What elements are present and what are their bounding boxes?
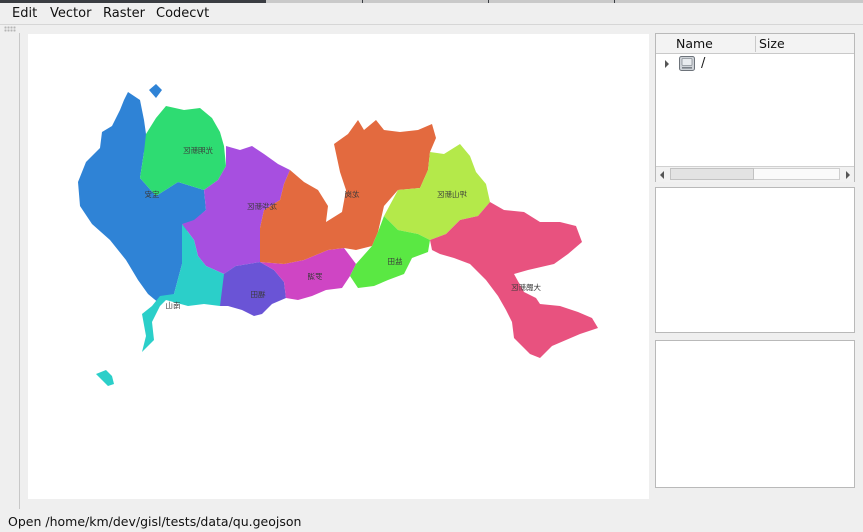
label-longhua: 龙华新区 xyxy=(247,201,277,211)
region-dapeng[interactable] xyxy=(430,202,598,358)
label-baoan: 宝安 xyxy=(144,189,159,199)
menu-codecvt[interactable]: Codecvt xyxy=(156,5,209,23)
menubar: Edit Vector Raster Codecvt xyxy=(0,3,863,25)
scroll-right-icon[interactable] xyxy=(846,171,850,179)
map-canvas[interactable]: 光明新区 宝安 龙华新区 龙岗 坪山新区 盐田 罗湖 福田 南山 大鹏新区 xyxy=(28,34,649,499)
tree-header: Name Size xyxy=(656,34,854,54)
column-header-name[interactable]: Name xyxy=(676,34,713,53)
menu-raster[interactable]: Raster xyxy=(103,5,145,23)
expand-arrow-icon[interactable] xyxy=(665,60,669,68)
map-svg: 光明新区 宝安 龙华新区 龙岗 坪山新区 盐田 罗湖 福田 南山 大鹏新区 xyxy=(78,84,598,386)
tree-horizontal-scrollbar[interactable] xyxy=(656,166,854,182)
tree-row-root[interactable]: / xyxy=(656,54,854,74)
menu-vector[interactable]: Vector xyxy=(50,5,91,23)
label-luohu: 罗湖 xyxy=(308,272,323,281)
label-guangming: 光明新区 xyxy=(183,145,213,155)
column-header-size[interactable]: Size xyxy=(759,34,785,53)
drive-icon xyxy=(679,56,695,71)
scroll-thumb[interactable] xyxy=(670,168,754,180)
dock-divider xyxy=(19,33,20,509)
column-separator[interactable] xyxy=(755,36,756,52)
statusbar: Open /home/km/dev/gisl/tests/data/qu.geo… xyxy=(0,511,863,532)
tree-label-root: / xyxy=(701,56,706,71)
label-yantian: 盐田 xyxy=(388,256,403,266)
layer-panel[interactable] xyxy=(655,187,855,333)
menu-edit[interactable]: Edit xyxy=(12,5,37,23)
label-futian: 福田 xyxy=(251,290,266,299)
label-nanshan: 南山 xyxy=(166,300,181,310)
scroll-left-icon[interactable] xyxy=(660,171,664,179)
label-dapeng: 大鹏新区 xyxy=(511,282,541,292)
properties-panel[interactable] xyxy=(655,340,855,488)
toolbar-grip-handle[interactable] xyxy=(4,26,16,32)
label-longgang: 龙岗 xyxy=(345,189,360,199)
file-tree-view[interactable]: Name Size / xyxy=(655,33,855,182)
status-message: Open /home/km/dev/gisl/tests/data/qu.geo… xyxy=(8,514,302,529)
label-pingshan: 坪山新区 xyxy=(437,189,467,199)
